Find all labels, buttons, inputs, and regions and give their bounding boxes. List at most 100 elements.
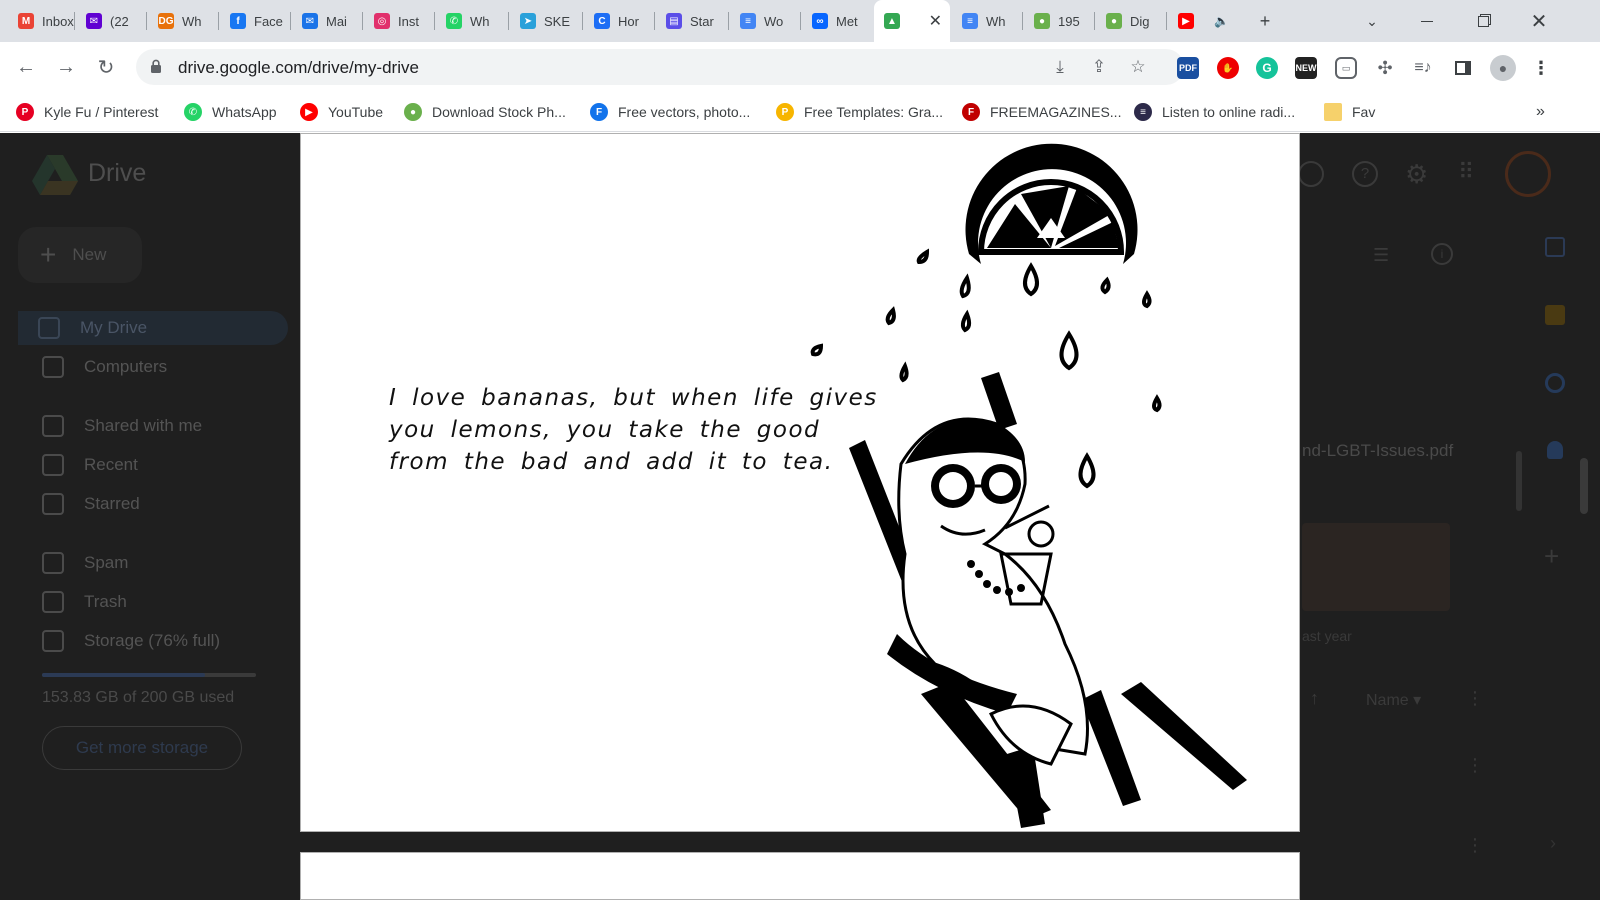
browser-tab[interactable]: ◎ Inst [364,6,434,36]
more-vertical-icon[interactable]: ⋮ [1466,755,1484,776]
browser-tab[interactable]: ≡ Wh [952,6,1022,36]
pdf-icon: PDF [1179,63,1197,73]
ready-offline-icon[interactable] [1298,161,1324,187]
browser-tab[interactable]: ▶ 🔈 [1168,6,1238,36]
pdf-extension-button[interactable]: PDF [1177,57,1199,79]
address-bar[interactable]: drive.google.com/drive/my-drive ⤓ ⇪ ☆ [136,49,1184,85]
back-button[interactable]: ← [14,55,38,79]
browser-tab[interactable]: ▤ Star [656,6,728,36]
whatsapp-icon: ✆ [446,13,462,29]
get-more-storage-button[interactable]: Get more storage [42,726,242,770]
bookmark-item[interactable]: F Free vectors, photo... [590,102,750,122]
quote-text: I love bananas, but when life gives you … [389,382,876,478]
share-icon: ⇪ [1091,57,1107,76]
browser-menu-button[interactable]: ⋮ [1530,57,1552,79]
side-panel-scrollbar[interactable] [1580,458,1588,514]
sidebar-item[interactable]: Trash [22,585,127,619]
profile-button[interactable]: ● [1490,55,1516,81]
google-drive-icon: ▲ [884,13,900,29]
forward-button[interactable]: → [54,55,78,79]
star-icon: ☆ [1130,57,1146,76]
browser-tab[interactable]: ➤ SKE [510,6,582,36]
leaf-icon: ● [1034,13,1050,29]
docs-icon: ≡ [740,13,756,29]
dg-icon: DG [158,13,174,29]
bookmark-item[interactable]: ≡ Listen to online radi... [1134,102,1295,122]
settings-gear-icon[interactable]: ⚙ [1405,159,1428,190]
extensions-button[interactable]: ✣ [1374,57,1396,79]
browser-tab[interactable]: ✆ Wh [436,6,508,36]
browser-tab[interactable]: DG Wh [148,6,218,36]
info-icon[interactable]: i [1431,243,1453,265]
close-window-button[interactable]: ✕ [1527,9,1551,33]
add-addon-plus-icon[interactable]: + [1544,541,1559,572]
more-vertical-icon[interactable]: ⋮ [1466,688,1484,709]
bookmark-item[interactable]: Fav [1324,102,1375,122]
bookmark-item[interactable]: P Kyle Fu / Pinterest [16,102,158,122]
more-vertical-icon[interactable]: ⋮ [1466,835,1484,856]
expand-panel-chevron-icon[interactable]: › [1550,833,1556,854]
tab-search-button[interactable]: ⌄ [1360,9,1384,33]
media-control-button[interactable]: ≡♪ [1412,57,1434,79]
sidebar-item[interactable]: Spam [22,546,128,580]
help-icon[interactable]: ? [1352,161,1378,187]
browser-tab[interactable]: f Face [220,6,290,36]
speaker-icon[interactable]: 🔈 [1214,14,1229,28]
sort-name-button[interactable]: Name ▾ [1366,690,1421,710]
scrollbar-thumb[interactable] [1516,451,1522,511]
account-avatar[interactable] [1505,151,1551,197]
adblock-extension-button[interactable]: ✋ [1217,57,1239,79]
sidebar-item-label: Trash [84,592,127,611]
bookmark-item[interactable]: ✆ WhatsApp [184,102,277,122]
tab-title: Met [836,13,858,29]
browser-tab[interactable]: ≡ Wo [730,6,800,36]
restore-button[interactable] [1471,9,1495,33]
install-app-button[interactable]: ⤓ [1050,57,1070,77]
sidebar-item[interactable]: Recent [22,448,138,482]
browser-tab[interactable]: ● 195 [1024,6,1094,36]
apps-grid-icon[interactable]: ⠿ [1458,159,1474,185]
tab-title: Inst [398,13,419,29]
contacts-icon[interactable] [1547,441,1563,459]
tab-separator [728,12,729,30]
share-button[interactable]: ⇪ [1089,57,1109,77]
list-view-icon[interactable]: ☰ [1373,245,1389,266]
reload-button[interactable]: ↻ [94,55,118,79]
sidebar-item[interactable]: My Drive [18,311,288,345]
storage-text: 153.83 GB of 200 GB used [42,689,235,706]
browser-tab[interactable]: ∞ Met [802,6,872,36]
new-extension-button[interactable]: NEW [1295,57,1317,79]
sidebar-item[interactable]: Shared with me [22,409,202,443]
arrow-right-icon: → [56,55,76,78]
new-button[interactable]: + New [18,227,142,283]
browser-tab[interactable]: C Hor [584,6,654,36]
chat-extension-button[interactable]: ▭ [1335,57,1357,79]
new-tab-button[interactable]: + [1253,9,1277,33]
bookmark-item[interactable]: ▶ YouTube [300,102,383,122]
file-thumbnail[interactable] [1302,523,1450,611]
side-panel-button[interactable] [1452,57,1474,79]
tab-separator [1094,12,1095,30]
sidebar-item[interactable]: Computers [22,350,167,384]
calendar-icon[interactable] [1545,237,1565,257]
keep-icon[interactable] [1545,305,1565,325]
sidebar-item[interactable]: Storage (76% full) [22,624,220,658]
bookmark-item[interactable]: ● Download Stock Ph... [404,102,566,122]
instagram-icon: ◎ [374,13,390,29]
more-bookmarks-button[interactable]: » [1536,102,1545,122]
browser-tab[interactable]: M Inbox [8,6,74,36]
bookmark-star-button[interactable]: ☆ [1128,57,1148,77]
sidebar-item[interactable]: Starred [22,487,140,521]
bookmark-item[interactable]: P Free Templates: Gra... [776,102,943,122]
file-name-partial[interactable]: nd-LGBT-Issues.pdf [1302,441,1453,461]
bookmark-item[interactable]: F FREEMAGAZINES... [962,102,1121,122]
browser-tab[interactable]: ✉ Mai [292,6,362,36]
minimize-button[interactable] [1415,9,1439,33]
grammarly-extension-button[interactable]: G [1256,57,1278,79]
browser-tab[interactable]: ● Dig [1096,6,1166,36]
sort-direction-arrow-up-icon[interactable]: ↑ [1310,688,1319,709]
browser-tab[interactable]: ▲ ✕ [874,0,950,42]
browser-tab[interactable]: ✉ (22 [76,6,146,36]
close-tab-icon[interactable]: ✕ [929,11,942,31]
tasks-icon[interactable] [1545,373,1565,393]
